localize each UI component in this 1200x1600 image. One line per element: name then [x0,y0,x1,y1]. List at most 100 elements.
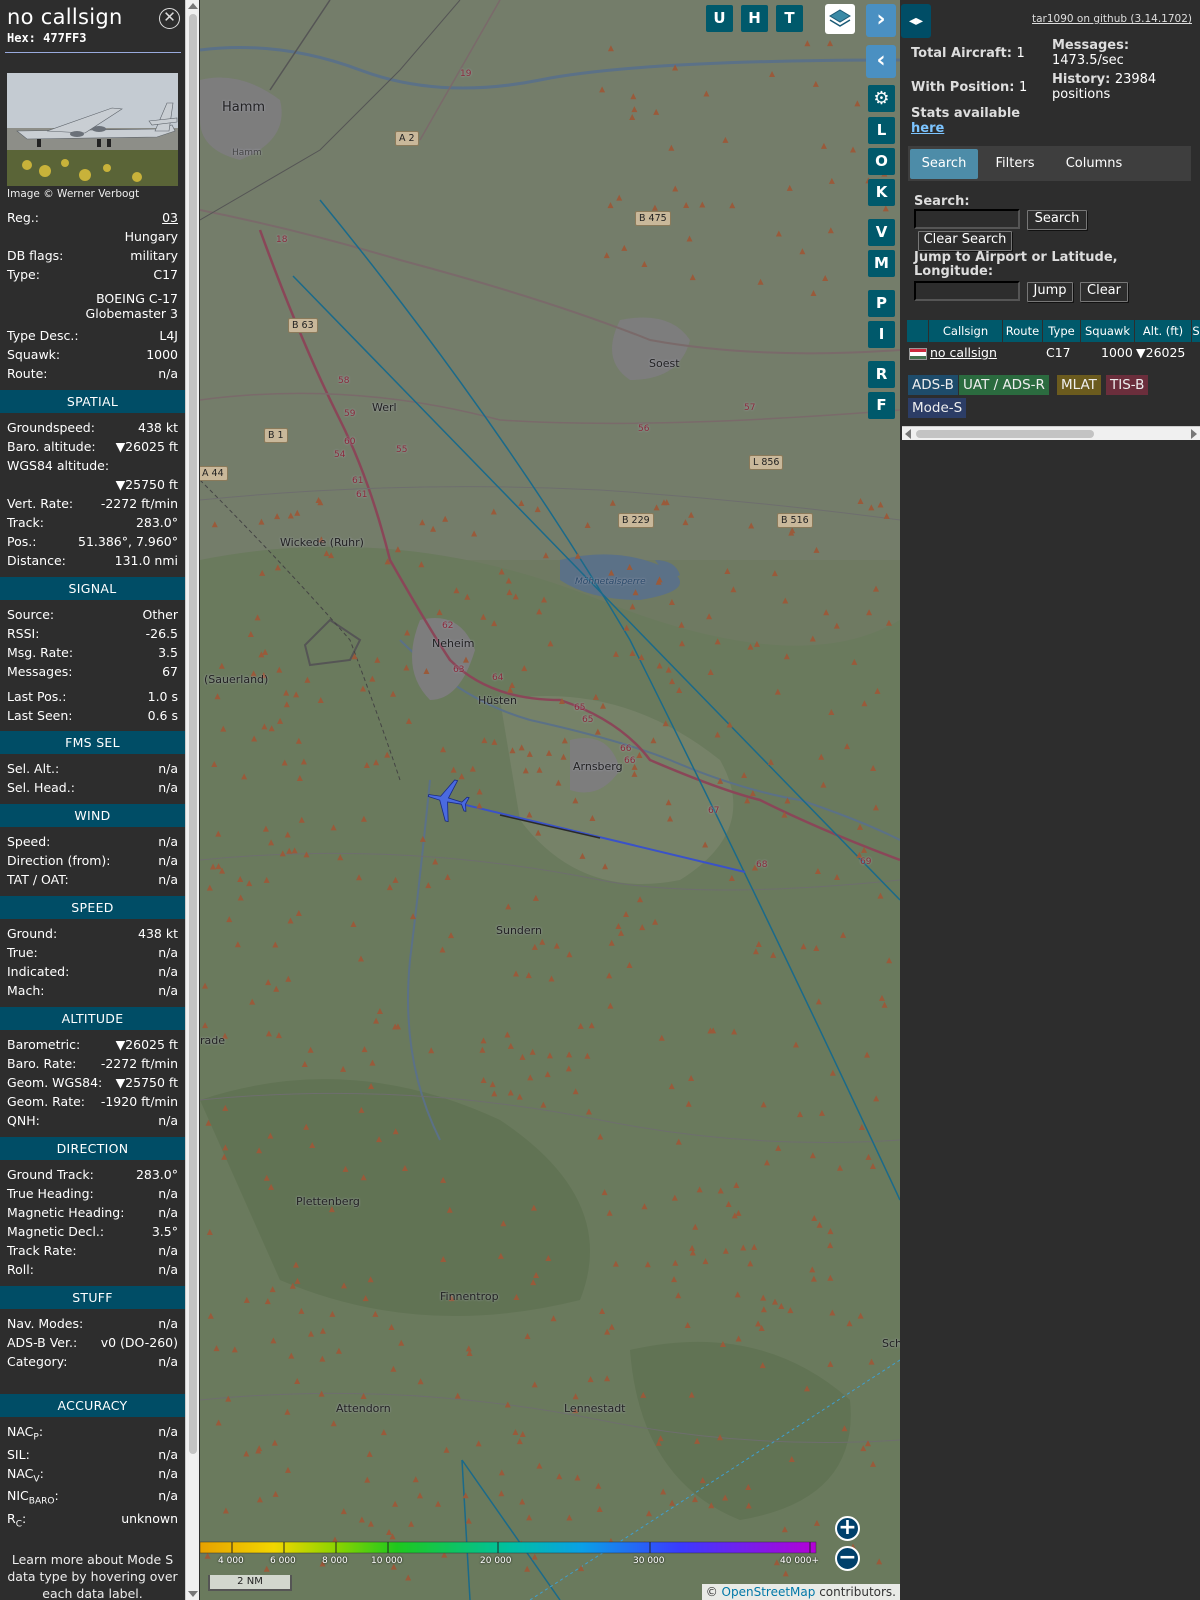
search-input[interactable] [914,209,1020,229]
peak-marker [237,894,244,901]
column-header-altitude[interactable]: Alt. (ft) [1135,320,1191,342]
peak-marker [745,1483,752,1490]
stats-here-link[interactable]: here [911,121,944,136]
reg-link[interactable]: 03 [162,209,178,227]
exit-label: 19 [460,69,472,79]
scroll-left-icon[interactable] [905,429,911,439]
button-l[interactable]: L [868,117,895,144]
peak-marker [390,690,397,697]
peak-marker [632,589,639,596]
button-f[interactable]: F [868,392,895,419]
peak-marker [287,917,294,924]
column-header-type[interactable]: Type [1043,320,1080,342]
peak-marker [293,691,300,698]
peak-marker [428,1047,435,1054]
osm-link[interactable]: OpenStreetMap [722,1585,816,1599]
peak-marker [652,918,659,925]
info-panel-scrollbar[interactable] [185,0,199,1600]
row-callsign-link[interactable]: no callsign [930,344,997,362]
peak-marker [279,850,286,857]
baro-altitude-row: Baro. altitude: ▼26025 ft [7,438,178,456]
button-k[interactable]: K [868,179,895,206]
peak-marker [296,774,303,781]
layers-icon[interactable] [825,4,855,34]
aircraft-icon[interactable] [425,778,471,822]
nicbaro-row: NICBARO: n/a [7,1487,178,1507]
section-speed: SPEED [0,896,185,919]
button-t[interactable]: T [776,5,803,32]
tab-filters[interactable]: Filters [982,149,1048,179]
jump-button[interactable]: Jump [1027,282,1073,302]
close-icon[interactable]: ✕ [159,8,180,29]
button-h[interactable]: H [741,5,768,32]
peak-marker [373,759,380,766]
expand-sidebar-icon[interactable]: ◂▸ [901,4,931,38]
peak-marker [530,1279,537,1286]
column-header-squawk[interactable]: Squawk [1081,320,1134,342]
column-header-speed[interactable]: S [1192,320,1200,342]
github-link[interactable]: tar1090 on github (3.14.1702) [1032,13,1192,25]
jump-input[interactable] [914,281,1020,301]
peak-marker [660,1488,667,1495]
search-button[interactable]: Search [1027,210,1087,230]
button-v[interactable]: V [868,219,895,246]
tab-columns[interactable]: Columns [1052,149,1136,179]
gear-icon[interactable]: ⚙ [868,85,895,112]
alt-geomrate-row: Geom. Rate: -1920 ft/min [7,1093,178,1111]
next-icon[interactable]: › [866,4,896,37]
prev-icon[interactable]: ‹ [866,45,896,78]
squawk-label: Squawk: [7,347,61,362]
button-p[interactable]: P [868,290,895,317]
peak-marker [539,938,546,945]
peak-marker [876,1558,883,1565]
peak-marker [267,1132,274,1139]
scroll-right-icon[interactable] [1191,429,1197,439]
peak-marker [653,108,660,115]
column-header-callsign[interactable]: Callsign [929,320,1002,342]
route-row: Route: n/a [7,365,178,383]
peak-marker [202,982,209,989]
scroll-up-icon[interactable] [188,3,198,9]
section-fms: FMS SEL [0,731,185,754]
button-r[interactable]: R [868,361,895,388]
button-m[interactable]: M [868,250,895,277]
button-i[interactable]: I [868,321,895,348]
peak-marker [360,685,367,692]
peak-marker [546,749,553,756]
peak-marker [404,629,411,636]
peak-marker [534,506,541,513]
scrollbar-thumb[interactable] [189,14,197,1454]
scrollbar-thumb[interactable] [916,430,1094,438]
table-scrollbar[interactable] [902,426,1200,440]
zoom-in-button[interactable]: + [835,1516,860,1541]
peak-marker [827,1228,834,1235]
type-value: C17 [153,267,178,282]
peak-marker [792,1041,799,1048]
aircraft-photo[interactable] [7,73,178,186]
zoom-out-button[interactable]: − [835,1546,860,1571]
peak-marker [725,1201,732,1208]
peak-marker [480,613,487,620]
column-header-route[interactable]: Route [1003,320,1042,342]
column-header-flag[interactable] [907,320,928,342]
map-view[interactable]: Hamm Hamm Soest Werl Wickede (Ruhr) Nehe… [200,0,900,1600]
peak-marker [553,942,560,949]
tab-search[interactable]: Search [910,149,978,179]
scroll-down-icon[interactable] [188,1591,198,1597]
type-full-1: BOEING C-17 [96,291,178,306]
hex-value: 477FF3 [43,31,87,45]
peak-marker [265,979,272,986]
peak-marker [629,649,636,656]
peak-marker [419,519,426,526]
clear-search-button[interactable]: Clear Search [918,231,1012,251]
with-position: With Position: 1 [911,80,1027,95]
jump-label: Jump to Airport or Latitude, Longitude: [914,250,1118,279]
alt-qnh-label: QNH: [7,1113,40,1128]
lastseen-label: Last Seen: [7,708,73,723]
peak-marker [873,1095,880,1102]
button-u[interactable]: U [706,5,733,32]
peak-marker [587,1376,594,1383]
button-o[interactable]: O [868,148,895,175]
peak-marker [440,1176,447,1183]
clear-button[interactable]: Clear [1080,282,1128,302]
